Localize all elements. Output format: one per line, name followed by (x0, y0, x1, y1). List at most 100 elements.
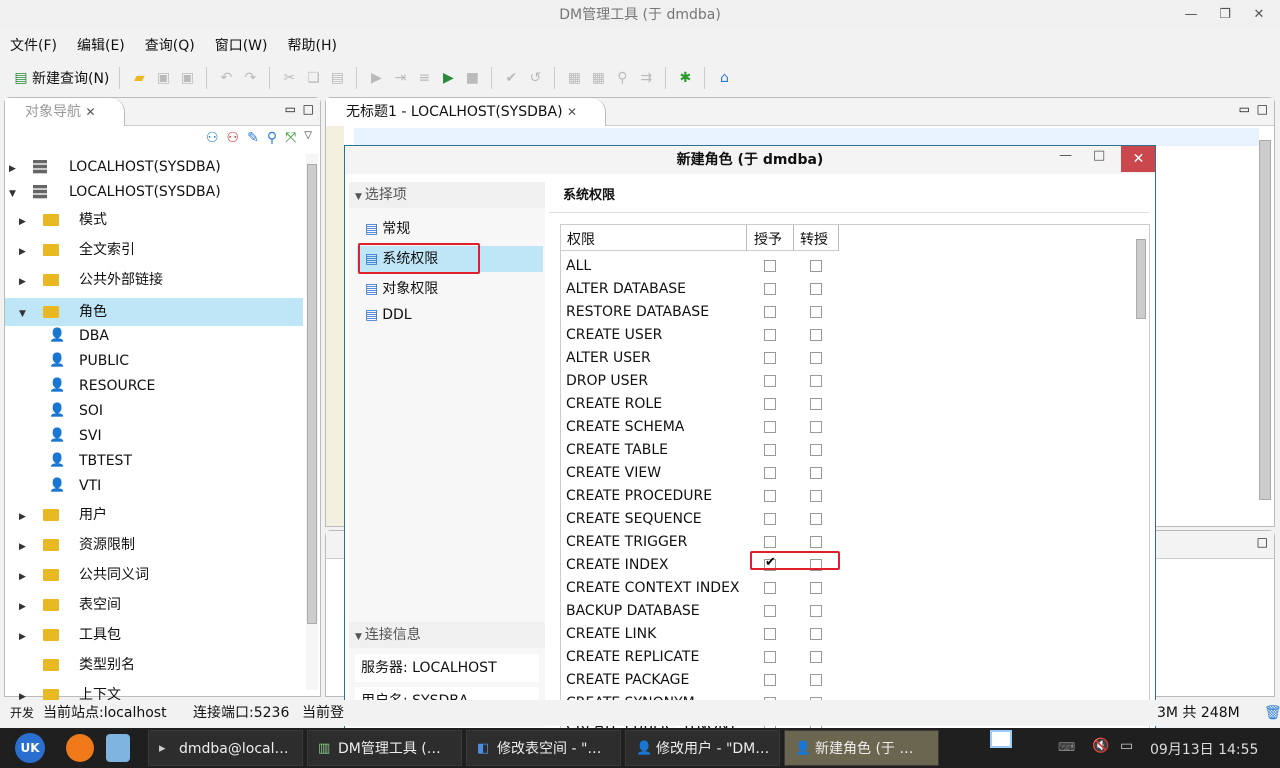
collapsed-arrow-icon[interactable]: ▶ (19, 270, 31, 294)
tree-item[interactable]: ▶ 工具包 (5, 623, 303, 647)
grant-checkbox[interactable] (764, 536, 776, 548)
desktop-icon[interactable] (990, 730, 1012, 748)
tree-item[interactable]: ▶ LOCALHOST(SYSDBA) (5, 155, 303, 179)
tree-scrollbar[interactable] (306, 154, 318, 690)
paste-icon[interactable]: ▤ (328, 69, 346, 87)
dialog-close-button[interactable]: ✕ (1121, 146, 1155, 172)
debug-bug-icon[interactable]: ✱ (676, 69, 694, 87)
clock[interactable]: 09月13日 14:55 (1150, 739, 1258, 759)
grant-checkbox[interactable] (764, 260, 776, 272)
close-tab-icon[interactable]: ✕ (85, 105, 95, 119)
plan-icon[interactable]: ▦ (565, 69, 583, 87)
network-icon[interactable]: ▭ (1120, 738, 1133, 754)
tree-item[interactable]: ▶ 资源限制 (5, 533, 303, 557)
nav-item[interactable]: ▤ 对象权限 (357, 276, 543, 302)
keyboard-icon[interactable]: ⌨ (1058, 740, 1075, 754)
run-script-icon[interactable]: ▶ (439, 69, 457, 87)
regrant-checkbox[interactable] (810, 651, 822, 663)
menu-help[interactable]: 帮助(H) (288, 35, 337, 55)
collapsed-arrow-icon[interactable]: ▶ (19, 505, 31, 529)
regrant-checkbox[interactable] (810, 375, 822, 387)
tree-item[interactable]: ▼ 角色 (5, 298, 303, 326)
debug-step-icon[interactable]: ⇉ (637, 69, 655, 87)
task-new-role[interactable]: 👤 新建角色 (于 … (784, 730, 939, 766)
grant-checkbox[interactable] (764, 421, 776, 433)
minimize-view-icon[interactable]: ▭ (285, 102, 296, 116)
schedule-icon[interactable]: ▦ (589, 69, 607, 87)
tree-item[interactable]: ▶ 用户 (5, 503, 303, 527)
task-modify-user[interactable]: 👤 修改用户 - "DM… (625, 730, 780, 766)
task-dm-tool[interactable]: ▥ DM管理工具 (… (307, 730, 462, 766)
table-scrollbar[interactable] (1135, 239, 1147, 729)
menu-window[interactable]: 窗口(W) (215, 35, 268, 55)
dialog-minimize-button[interactable]: — (1059, 148, 1072, 163)
editor-scrollbar[interactable] (1258, 128, 1272, 513)
column-grant[interactable]: 授予 (754, 229, 782, 249)
new-query-button[interactable]: ▤ 新建查询(N) (12, 68, 109, 88)
maximize-view-icon[interactable]: □ (1257, 102, 1268, 116)
cut-icon[interactable]: ✂ (280, 69, 298, 87)
grant-checkbox[interactable] (764, 375, 776, 387)
view-menu-icon[interactable]: ▽ (304, 130, 312, 146)
dialog-maximize-button[interactable]: □ (1093, 148, 1105, 163)
regrant-checkbox[interactable] (810, 260, 822, 272)
tab-object-navigator[interactable]: 对象导航 ✕ (5, 98, 125, 126)
search-icon[interactable]: ⚲ (267, 130, 277, 146)
regrant-checkbox[interactable] (810, 582, 822, 594)
volume-muted-icon[interactable]: 🔇 (1092, 738, 1109, 754)
maximize-button[interactable]: ❐ (1214, 4, 1236, 26)
tree-item[interactable]: 👤 DBA (5, 324, 303, 348)
menu-query[interactable]: 查询(Q) (145, 35, 195, 55)
grant-checkbox[interactable] (764, 651, 776, 663)
collapsed-arrow-icon[interactable]: ▶ (19, 535, 31, 559)
connect-icon[interactable]: ⚇ (206, 130, 219, 146)
commit-icon[interactable]: ✔ (502, 69, 520, 87)
nav-item[interactable]: ▤ 常规 (357, 216, 543, 242)
run-step-icon[interactable]: ⇥ (391, 69, 409, 87)
grant-checkbox[interactable] (764, 398, 776, 410)
menu-file[interactable]: 文件(F) (10, 35, 57, 55)
column-regrant[interactable]: 转授 (800, 229, 828, 249)
tree-item[interactable]: 类型别名 (5, 653, 303, 677)
run-icon[interactable]: ▶ (367, 69, 385, 87)
home-icon[interactable]: ⌂ (715, 69, 733, 87)
collapsed-arrow-icon[interactable]: ▶ (19, 210, 31, 234)
start-menu-icon[interactable]: UK (15, 733, 45, 763)
minimize-button[interactable]: — (1180, 4, 1202, 26)
grant-checkbox[interactable] (764, 329, 776, 341)
explain-icon[interactable]: ⚲ (613, 69, 631, 87)
task-terminal[interactable]: ▸ dmdba@local… (148, 730, 303, 766)
regrant-checkbox[interactable] (810, 352, 822, 364)
maximize-view-icon[interactable]: □ (1257, 535, 1268, 549)
grant-checkbox[interactable] (764, 283, 776, 295)
save-icon[interactable]: ▣ (154, 69, 172, 87)
expand-icon[interactable]: ⤧ (285, 130, 296, 146)
grant-checkbox[interactable] (764, 674, 776, 686)
edit-icon[interactable]: ✎ (247, 130, 259, 146)
close-button[interactable]: ✕ (1248, 4, 1270, 26)
tree-item[interactable]: 👤 PUBLIC (5, 349, 303, 373)
save-all-icon[interactable]: ▣ (178, 69, 196, 87)
expanded-arrow-icon[interactable]: ▼ (9, 182, 21, 206)
regrant-checkbox[interactable] (810, 490, 822, 502)
rollback-icon[interactable]: ↺ (526, 69, 544, 87)
regrant-checkbox[interactable] (810, 398, 822, 410)
regrant-checkbox[interactable] (810, 329, 822, 341)
tree-item[interactable]: ▶ 公共外部链接 (5, 268, 303, 292)
task-modify-tablespace[interactable]: ◧ 修改表空间 - "… (466, 730, 621, 766)
tab-editor[interactable]: 无标题1 - LOCALHOST(SYSDBA) ✕ (326, 98, 607, 126)
menu-edit[interactable]: 编辑(E) (77, 35, 125, 55)
grant-checkbox[interactable] (764, 582, 776, 594)
collapsed-arrow-icon[interactable]: ▶ (9, 157, 21, 181)
regrant-checkbox[interactable] (810, 536, 822, 548)
collapsed-arrow-icon[interactable]: ▶ (19, 625, 31, 649)
tree-item[interactable]: ▶ 模式 (5, 208, 303, 232)
trash-icon[interactable]: 🗑 (1264, 700, 1280, 726)
firefox-icon[interactable] (66, 734, 94, 762)
tree-item[interactable]: ▶ 全文索引 (5, 238, 303, 262)
grant-checkbox[interactable] (764, 352, 776, 364)
tree-item[interactable]: 👤 SVI (5, 424, 303, 448)
undo-icon[interactable]: ↶ (217, 69, 235, 87)
stop-icon[interactable]: ■ (463, 69, 481, 87)
regrant-checkbox[interactable] (810, 674, 822, 686)
